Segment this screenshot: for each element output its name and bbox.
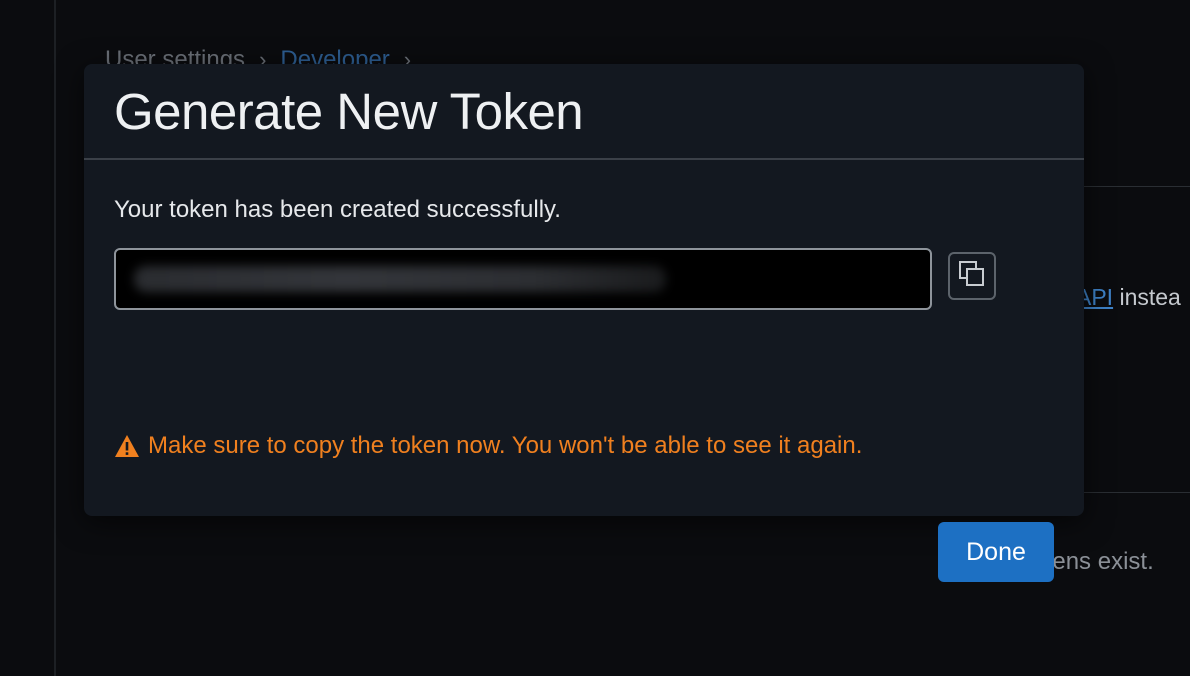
- left-sidebar: [0, 0, 56, 676]
- section-divider: [1084, 186, 1190, 187]
- generate-token-dialog: Generate New Token Your token has been c…: [84, 64, 1084, 582]
- obscured-token-value: [134, 266, 666, 292]
- done-button[interactable]: Done: [938, 522, 1054, 582]
- copy-icon: [957, 259, 987, 294]
- warning-triangle-icon: [114, 434, 140, 458]
- api-note-text: instea: [1113, 284, 1181, 310]
- section-divider: [1084, 492, 1190, 493]
- copy-warning: Make sure to copy the token now. You won…: [114, 432, 862, 460]
- page: User settings › Developer › API instea N…: [0, 0, 1190, 676]
- token-field[interactable]: [114, 248, 932, 310]
- copy-token-button[interactable]: [948, 252, 996, 300]
- success-message: Your token has been created successfully…: [114, 196, 561, 223]
- api-note: API instea: [1076, 284, 1181, 311]
- dialog-header: Generate New Token: [84, 64, 1084, 160]
- dialog-title: Generate New Token: [114, 82, 584, 140]
- warning-text: Make sure to copy the token now. You won…: [148, 432, 863, 459]
